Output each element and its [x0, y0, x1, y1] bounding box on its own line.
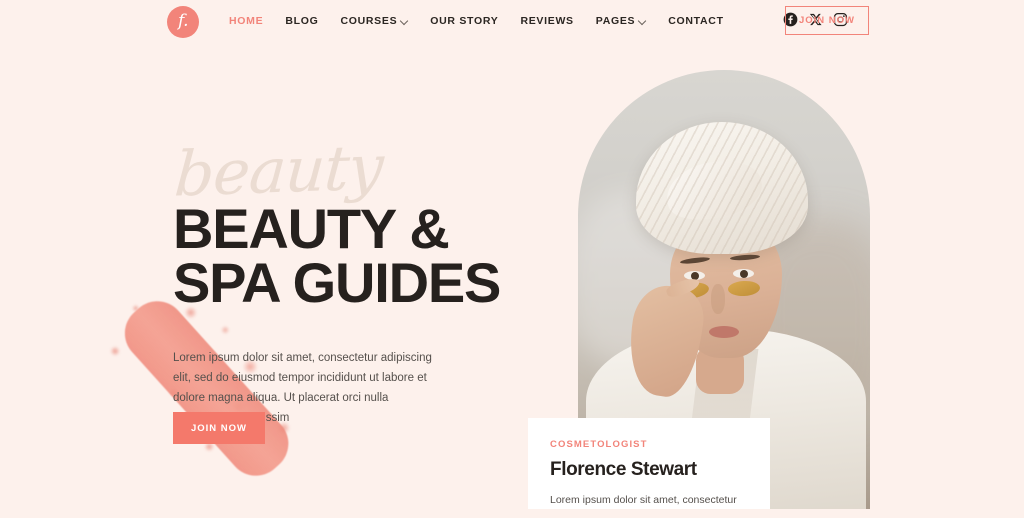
- profile-role: COSMETOLOGIST: [550, 439, 648, 450]
- nav-item-label: BLOG: [285, 15, 319, 27]
- profile-card[interactable]: COSMETOLOGIST Florence Stewart Lorem ips…: [528, 418, 770, 509]
- nav-item-label: HOME: [229, 15, 264, 27]
- lips-shape: [709, 326, 739, 338]
- top-navbar: f. HOME BLOG COURSES OUR STORY REVIEWS P…: [0, 0, 1024, 42]
- profile-name: Florence Stewart: [550, 459, 697, 480]
- nav-item-label: CONTACT: [668, 15, 724, 27]
- nav-item-label: REVIEWS: [520, 15, 574, 27]
- profile-description: Lorem ipsum dolor sit amet, consectetur …: [550, 494, 737, 506]
- nav-item-blog[interactable]: BLOG: [274, 15, 329, 27]
- nav-item-courses[interactable]: COURSES: [329, 15, 419, 27]
- chevron-down-icon: [639, 17, 646, 24]
- nav-item-home[interactable]: HOME: [229, 15, 274, 27]
- pupil-right: [740, 270, 748, 278]
- navbar-join-now-button[interactable]: JOIN NOW: [785, 6, 869, 35]
- nav-item-pages[interactable]: PAGES: [585, 15, 657, 27]
- primary-nav: HOME BLOG COURSES OUR STORY REVIEWS PAGE…: [229, 0, 735, 42]
- nav-item-contact[interactable]: CONTACT: [657, 15, 734, 27]
- nose-shape: [711, 284, 725, 314]
- nav-item-label: PAGES: [595, 15, 636, 27]
- brand-logo[interactable]: f.: [167, 6, 199, 38]
- hero-script-accent: beauty: [172, 130, 386, 211]
- nav-item-our-story[interactable]: OUR STORY: [419, 15, 509, 27]
- eye-right: [733, 269, 754, 278]
- nav-item-reviews[interactable]: REVIEWS: [509, 15, 584, 27]
- nav-item-label: COURSES: [340, 15, 398, 27]
- towel-texture: [636, 122, 808, 254]
- nav-item-label: OUR STORY: [430, 15, 499, 27]
- chevron-down-icon: [401, 17, 408, 24]
- hero-join-now-button[interactable]: JOIN NOW: [173, 412, 265, 444]
- brand-logo-glyph: f.: [177, 11, 189, 31]
- page-title: BEAUTY & SPA GUIDES: [173, 197, 501, 315]
